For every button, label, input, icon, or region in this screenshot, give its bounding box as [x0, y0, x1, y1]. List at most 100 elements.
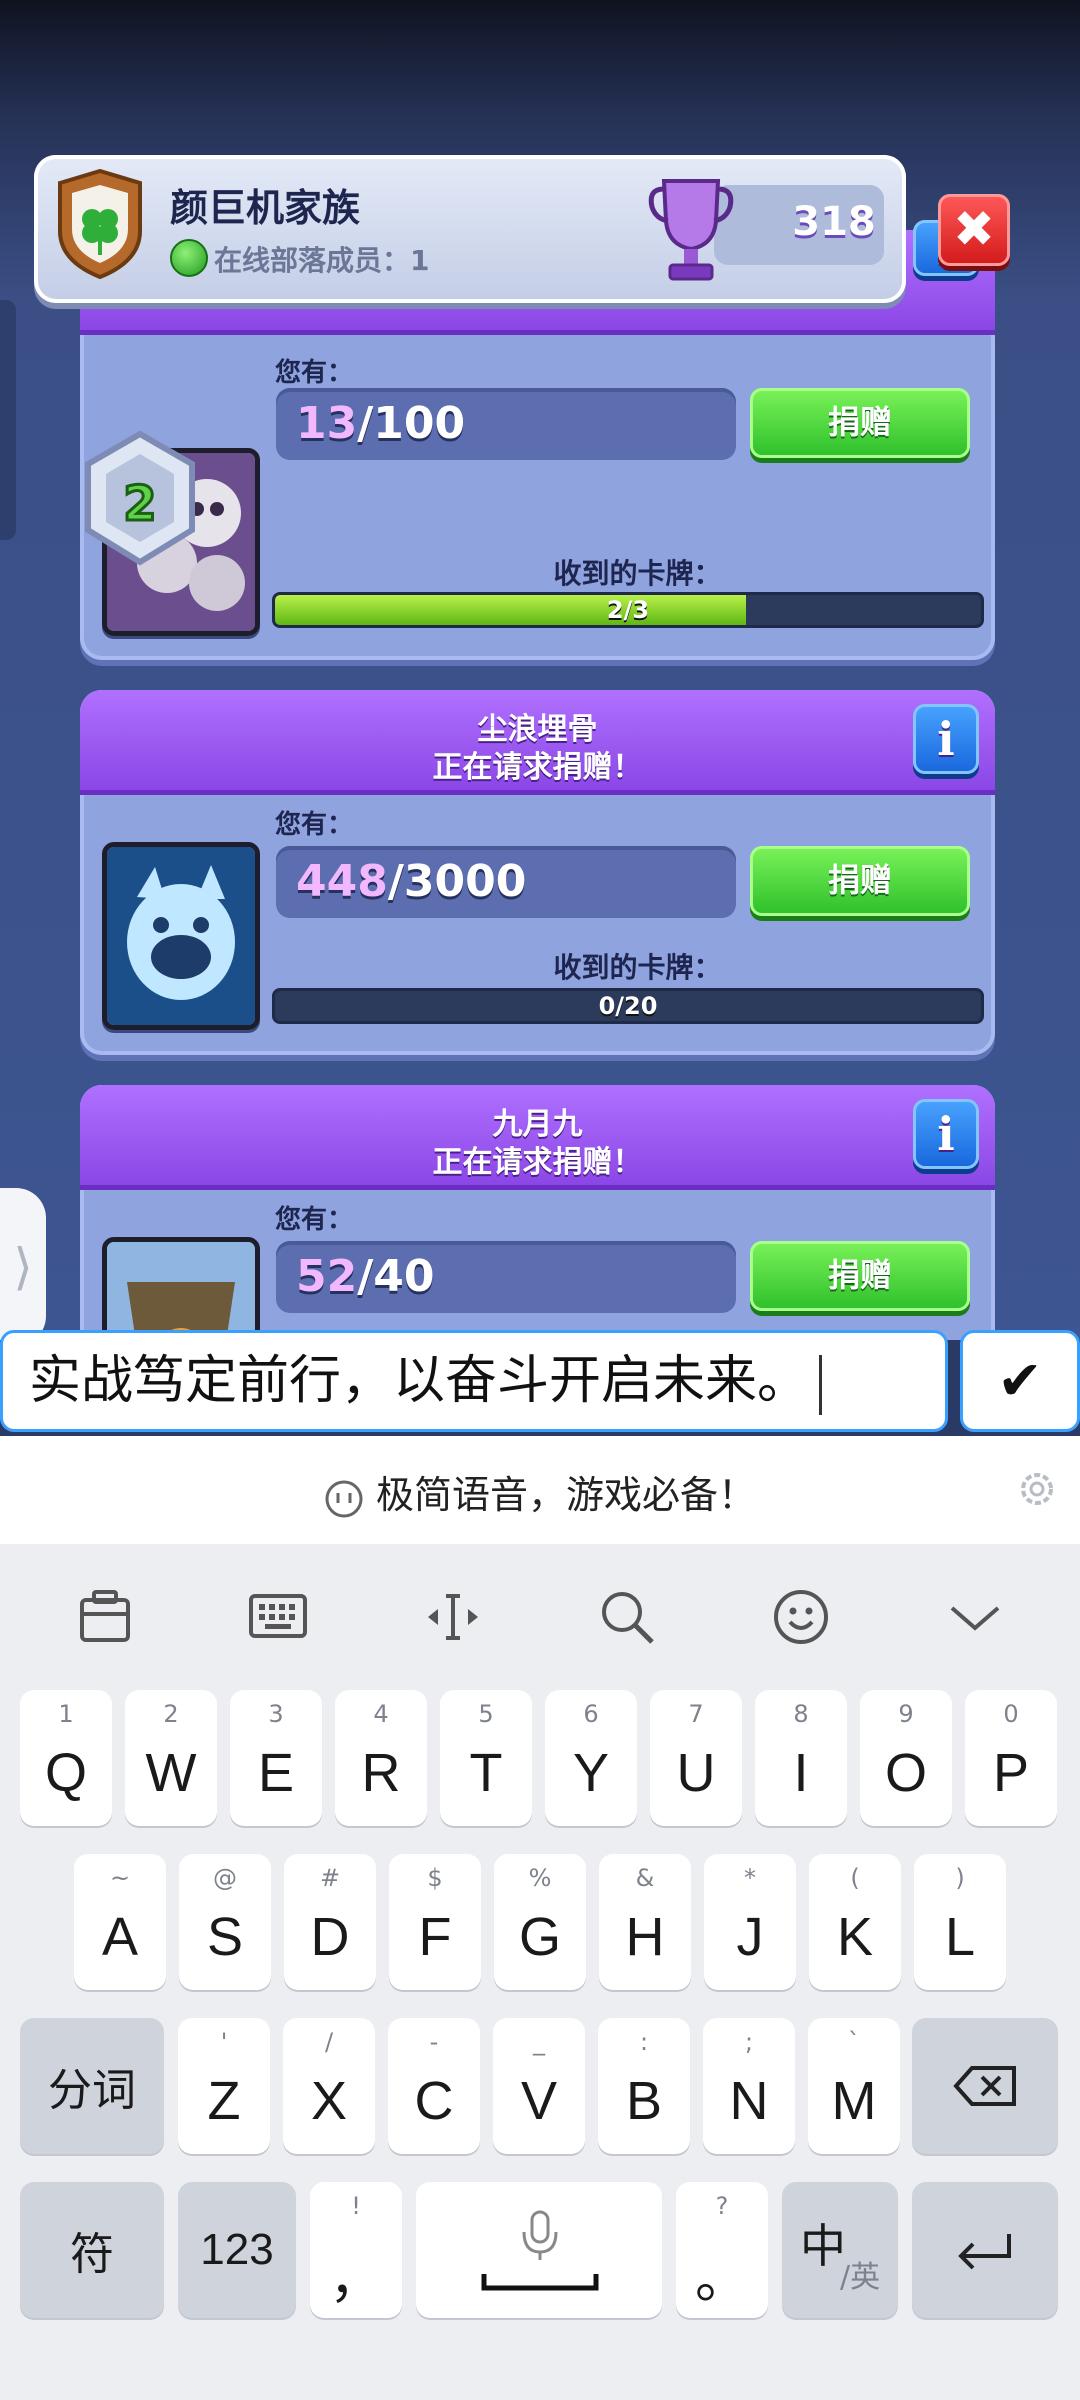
number-mode-key[interactable]: 123: [178, 2182, 296, 2318]
send-button[interactable]: ✔: [960, 1330, 1080, 1432]
voice-assistant-icon[interactable]: [324, 1479, 364, 1519]
language-switch-key[interactable]: 中 /英: [782, 2182, 898, 2318]
info-button[interactable]: i: [913, 704, 979, 774]
have-label: 您有：: [275, 810, 354, 840]
key-hint: 4: [373, 1700, 389, 1728]
key-hint: ): [955, 1864, 965, 1892]
key-hint: 8: [793, 1700, 809, 1728]
key-j[interactable]: * J: [704, 1854, 796, 1990]
key-hint: :: [639, 2028, 649, 2056]
key-hint: /: [324, 2028, 334, 2056]
received-progress-bar: 0/20: [272, 988, 984, 1024]
donate-button[interactable]: 捐赠: [750, 846, 970, 916]
key-hint: 1: [58, 1700, 74, 1728]
close-button[interactable]: ✖: [938, 194, 1010, 266]
info-button[interactable]: i: [913, 1099, 979, 1169]
collapse-keyboard-icon[interactable]: [940, 1582, 1010, 1652]
key-hint: ;: [744, 2028, 754, 2056]
key-label: N: [729, 2071, 769, 2131]
ime-suggestion-bar: 极简语音，游戏必备！: [0, 1436, 1080, 1544]
key-b[interactable]: :B: [598, 2018, 690, 2154]
clan-badge-icon: [58, 169, 142, 279]
key-label: X: [310, 2071, 348, 2131]
key-hint: -: [429, 2028, 439, 2056]
key-label: S: [206, 1907, 244, 1967]
period-key[interactable]: ? 。: [676, 2182, 768, 2318]
key-e[interactable]: 3E: [230, 1690, 322, 1826]
key-hint: &: [635, 1864, 655, 1892]
key-label: G: [518, 1907, 561, 1967]
enter-key[interactable]: [912, 2182, 1058, 2318]
received-progress-text: 2/3: [606, 596, 650, 624]
card-count-current: 13: [296, 398, 358, 449]
key-hint: ~: [109, 1864, 131, 1892]
key-w[interactable]: 2W: [125, 1690, 217, 1826]
space-key[interactable]: [416, 2182, 662, 2318]
side-handle[interactable]: [0, 300, 16, 540]
key-x[interactable]: / X: [283, 2018, 375, 2154]
key-l[interactable]: ) L: [914, 1854, 1006, 1990]
clan-name: 颜巨机家族: [170, 186, 361, 230]
key-label: B: [625, 2071, 663, 2131]
key-label: V: [520, 2071, 558, 2131]
backspace-key[interactable]: [912, 2018, 1058, 2154]
card-level-badge: 2: [85, 430, 195, 566]
key-n[interactable]: ; N: [703, 2018, 795, 2154]
key-k[interactable]: (K: [809, 1854, 901, 1990]
key-s[interactable]: @ S: [179, 1854, 271, 1990]
key-hint: @: [213, 1864, 237, 1892]
key-hint: 6: [583, 1700, 599, 1728]
key-hint: 2: [163, 1700, 179, 1728]
key-hint: 3: [268, 1700, 284, 1728]
key-c[interactable]: -C: [388, 2018, 480, 2154]
key-o[interactable]: 9O: [860, 1690, 952, 1826]
comma-key-label: ，: [329, 2249, 383, 2309]
key-m[interactable]: ` M: [808, 2018, 900, 2154]
emoji-icon[interactable]: [766, 1582, 836, 1652]
trophy-count: 318: [792, 199, 876, 245]
symbol-key[interactable]: 符: [20, 2182, 164, 2318]
chat-input-field[interactable]: 实战笃定前行，以奋斗开启未来。: [0, 1330, 948, 1432]
side-drawer-tab[interactable]: ⟩: [0, 1188, 46, 1340]
trophy-icon: [648, 179, 734, 281]
search-icon[interactable]: [592, 1582, 662, 1652]
key-hint: *: [744, 1864, 756, 1892]
gear-icon[interactable]: [1016, 1468, 1058, 1510]
key-r[interactable]: 4R: [335, 1690, 427, 1826]
key-h[interactable]: & H: [599, 1854, 691, 1990]
key-label: M: [831, 2071, 877, 2131]
key-hint: 9: [898, 1700, 914, 1728]
cursor-move-icon[interactable]: [418, 1582, 488, 1652]
key-label: A: [101, 1907, 139, 1967]
key-i[interactable]: 8I: [755, 1690, 847, 1826]
key-t[interactable]: 5T: [440, 1690, 532, 1826]
key-a[interactable]: ~ A: [74, 1854, 166, 1990]
comma-key[interactable]: ! ，: [310, 2182, 402, 2318]
key-label: U: [676, 1743, 716, 1803]
key-y[interactable]: 6Y: [545, 1690, 637, 1826]
have-label: 您有：: [275, 1205, 354, 1235]
key-hint: 0: [1003, 1700, 1019, 1728]
key-z[interactable]: ' Z: [178, 2018, 270, 2154]
key-g[interactable]: % G: [494, 1854, 586, 1990]
online-members-label: 在线部落成员：1: [214, 244, 430, 277]
key-label: L: [944, 1907, 976, 1967]
key-q[interactable]: 1Q: [20, 1690, 112, 1826]
chat-input-row: 实战笃定前行，以奋斗开启未来。 ✔: [0, 1330, 1080, 1436]
key-d[interactable]: # D: [284, 1854, 376, 1990]
ice-spirit-icon: [107, 847, 255, 1025]
enter-icon: [958, 2234, 1011, 2270]
key-v[interactable]: _ V: [493, 2018, 585, 2154]
donate-button[interactable]: 捐赠: [750, 1241, 970, 1311]
donate-button[interactable]: 捐赠: [750, 388, 970, 458]
card-count-current: 448: [296, 856, 388, 907]
ime-slogan[interactable]: 极简语音，游戏必备！: [376, 1473, 756, 1517]
key-f[interactable]: $ F: [389, 1854, 481, 1990]
clipboard-icon[interactable]: [70, 1582, 140, 1652]
keyboard-layout-icon[interactable]: [243, 1582, 313, 1652]
language-sub-label: /英: [840, 2260, 881, 2295]
key-u[interactable]: 7U: [650, 1690, 742, 1826]
period-key-label: 。: [695, 2249, 749, 2309]
key-p[interactable]: 0P: [965, 1690, 1057, 1826]
segment-key[interactable]: 分词: [20, 2018, 164, 2154]
